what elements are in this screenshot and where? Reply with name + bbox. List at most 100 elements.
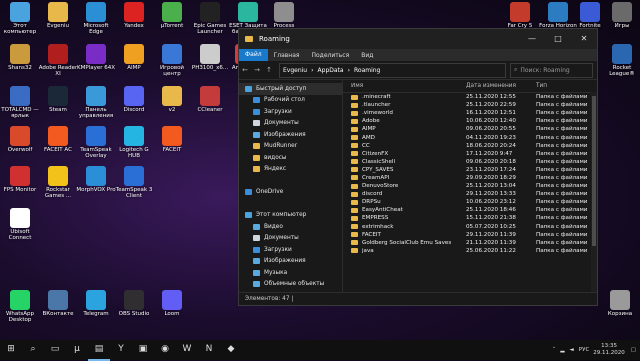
explorer-window[interactable]: Roaming — □ ✕ Файл Главная Поделиться Ви… bbox=[238, 28, 598, 306]
file-row[interactable]: AIMP 09.06.2020 20:55 Папка с файлами bbox=[343, 125, 597, 133]
nav-item[interactable]: Рабочий стол bbox=[239, 95, 342, 107]
network-icon[interactable]: ▂ bbox=[560, 347, 564, 353]
store-icon[interactable]: ▣ bbox=[132, 339, 154, 359]
nav-item[interactable]: Рабочий стол bbox=[239, 290, 342, 292]
path-segment[interactable]: AppData bbox=[318, 67, 344, 74]
tab-file[interactable]: Файл bbox=[239, 49, 268, 61]
desktop-icon[interactable]: PH3100_x6... bbox=[190, 44, 230, 71]
file-row[interactable]: CreamAPI 29.09.2020 18:29 Папка с файлами bbox=[343, 174, 597, 182]
desktop-icon[interactable]: Shans32 bbox=[0, 44, 40, 71]
desktop-icon[interactable]: FACEIT AC bbox=[38, 126, 78, 153]
tab-share[interactable]: Поделиться bbox=[306, 52, 356, 59]
desktop-icon[interactable]: Игры bbox=[602, 2, 640, 29]
nav-item[interactable]: Объемные объекты bbox=[239, 279, 342, 291]
close-button[interactable]: ✕ bbox=[571, 29, 597, 49]
file-row[interactable]: CitizenFX 17.11.2020 9:47 Папка с файлами bbox=[343, 150, 597, 158]
desktop-icon[interactable]: Adobe Reader XI bbox=[38, 44, 78, 77]
search-input[interactable]: ⌕ Поиск: Roaming bbox=[510, 62, 593, 78]
nav-item[interactable]: Изображения bbox=[239, 129, 342, 141]
task-view-icon[interactable]: ▭ bbox=[44, 339, 66, 359]
desktop-icon[interactable]: Игровой центр bbox=[152, 44, 192, 77]
path-segment[interactable]: Evgeniu bbox=[283, 67, 307, 74]
nav-item[interactable]: Музыка bbox=[239, 267, 342, 279]
chevron-up-icon[interactable]: ˄ bbox=[553, 347, 556, 353]
tab-home[interactable]: Главная bbox=[268, 52, 306, 59]
nav-item[interactable]: Видео bbox=[239, 221, 342, 233]
desktop-icon[interactable]: Rockstar Games ... bbox=[38, 166, 78, 199]
word-icon[interactable]: W bbox=[176, 339, 198, 359]
desktop-icon[interactable]: CCleaner bbox=[190, 86, 230, 113]
nav-item[interactable]: Документы bbox=[239, 233, 342, 245]
desktop-icon[interactable]: µTorrent bbox=[152, 2, 192, 29]
language-indicator[interactable]: РУС bbox=[579, 347, 590, 353]
nav-item[interactable]: видосы bbox=[239, 152, 342, 164]
desktop-icon[interactable]: OBS Studio bbox=[114, 290, 154, 317]
clock[interactable]: 13:35 29.11.2020 bbox=[593, 343, 625, 357]
nav-item[interactable]: Изображения bbox=[239, 256, 342, 268]
forward-icon[interactable]: → bbox=[251, 66, 263, 74]
utorrent-icon[interactable]: µ bbox=[66, 339, 88, 359]
desktop-icon[interactable]: MorphVOX Pro bbox=[76, 166, 116, 193]
desktop-icon[interactable]: Loom bbox=[152, 290, 192, 317]
address-bar[interactable]: Evgeniu › AppData › Roaming bbox=[279, 62, 506, 78]
desktop-icon[interactable]: Overwolf bbox=[0, 126, 40, 153]
column-type[interactable]: Тип bbox=[536, 83, 596, 89]
nav-item[interactable]: Яндекс bbox=[239, 164, 342, 176]
nav-item[interactable]: OneDrive bbox=[239, 187, 342, 199]
start-icon[interactable]: ⊞ bbox=[0, 339, 22, 359]
file-row[interactable]: DenuvoStore 25.11.2020 13:04 Папка с файла… bbox=[343, 182, 597, 190]
desktop-icon[interactable]: Logitech G HUB bbox=[114, 126, 154, 159]
desktop-icon[interactable]: TeamSpeak 3 Client bbox=[114, 166, 154, 199]
search-icon[interactable]: ⌕ bbox=[22, 339, 44, 359]
desktop-icon[interactable]: TeamSpeak Overlay bbox=[76, 126, 116, 159]
desktop-icon[interactable]: Evgeniu bbox=[38, 2, 78, 29]
desktop-icon[interactable]: Steam bbox=[38, 86, 78, 113]
desktop-icon[interactable]: TOTALCMD — ярлык bbox=[0, 86, 40, 119]
file-row[interactable]: EMPRESS 15.11.2020 21:38 Папка с файлами bbox=[343, 214, 597, 222]
desktop-icon[interactable]: ВКонтакте bbox=[38, 290, 78, 317]
nav-item[interactable]: Документы bbox=[239, 118, 342, 130]
desktop-icon[interactable]: Ubisoft Connect bbox=[0, 208, 40, 241]
steam-icon[interactable]: ◉ bbox=[154, 339, 176, 359]
file-row[interactable]: DRPSu 10.06.2020 23:12 Папка с файлами bbox=[343, 198, 597, 206]
minimize-button[interactable]: — bbox=[519, 29, 545, 49]
file-row[interactable]: ClassicShell 09.06.2020 20:18 Папка с файл… bbox=[343, 158, 597, 166]
desktop-icon[interactable]: v2 bbox=[152, 86, 192, 113]
desktop-icon[interactable]: Microsoft Edge bbox=[76, 2, 116, 35]
column-date[interactable]: Дата изменения bbox=[466, 83, 536, 89]
nav-item[interactable]: Этот компьютер bbox=[239, 210, 342, 222]
desktop-icon[interactable]: Корзина bbox=[600, 290, 640, 317]
desktop-icon[interactable]: FACEIT bbox=[152, 126, 192, 153]
file-row[interactable]: extrimhack 05.07.2020 10:25 Папка с файлам… bbox=[343, 223, 597, 231]
onenote-icon[interactable]: N bbox=[198, 339, 220, 359]
file-row[interactable]: Adobe 10.06.2020 12:40 Папка с файлами bbox=[343, 117, 597, 125]
title-bar[interactable]: Roaming — □ ✕ bbox=[239, 29, 597, 49]
path-segment[interactable]: Roaming bbox=[354, 67, 380, 74]
yandex-icon[interactable]: Y bbox=[110, 339, 132, 359]
back-icon[interactable]: ← bbox=[239, 66, 251, 74]
column-name[interactable]: Имя bbox=[343, 83, 466, 89]
desktop-icon[interactable]: AIMP bbox=[114, 44, 154, 71]
volume-icon[interactable]: ◄ bbox=[570, 347, 574, 353]
desktop-icon[interactable]: Yandex bbox=[114, 2, 154, 29]
vertical-scrollbar[interactable] bbox=[591, 92, 597, 292]
desktop-icon[interactable]: Far Cry 5 bbox=[500, 2, 540, 29]
nav-item[interactable]: Загрузки bbox=[239, 244, 342, 256]
desktop-icon[interactable]: Discord bbox=[114, 86, 154, 113]
file-row[interactable]: CPY_SAVES 23.11.2020 17:24 Папка с файлами bbox=[343, 166, 597, 174]
desktop-icon[interactable]: Rocket League® bbox=[602, 44, 640, 77]
desktop-icon[interactable]: WhatsApp Desktop bbox=[0, 290, 40, 323]
maximize-button[interactable]: □ bbox=[545, 29, 571, 49]
nav-item[interactable]: MudRunner bbox=[239, 141, 342, 153]
file-row[interactable]: .minecraft 25.11.2020 12:55 Папка с файлам… bbox=[343, 93, 597, 101]
nav-item[interactable]: Быстрый доступ bbox=[239, 83, 342, 95]
file-row[interactable]: java 25.06.2020 11:22 Папка с файлами bbox=[343, 247, 597, 255]
scroll-thumb[interactable] bbox=[592, 96, 596, 246]
desktop-icon[interactable]: Этот компьютер bbox=[0, 2, 40, 35]
file-row[interactable]: .tlauncher 25.11.2020 22:59 Папка с файлам… bbox=[343, 101, 597, 109]
file-row[interactable]: CC 18.06.2020 20:24 Папка с файлами bbox=[343, 142, 597, 150]
file-row[interactable]: Goldberg SocialClub Emu Saves 21.11.2020 … bbox=[343, 239, 597, 247]
desktop-icon[interactable]: FPS Monitor bbox=[0, 166, 40, 193]
file-row[interactable]: discord 29.11.2020 13:33 Папка с файлами bbox=[343, 190, 597, 198]
up-icon[interactable]: ↑ bbox=[263, 66, 275, 74]
